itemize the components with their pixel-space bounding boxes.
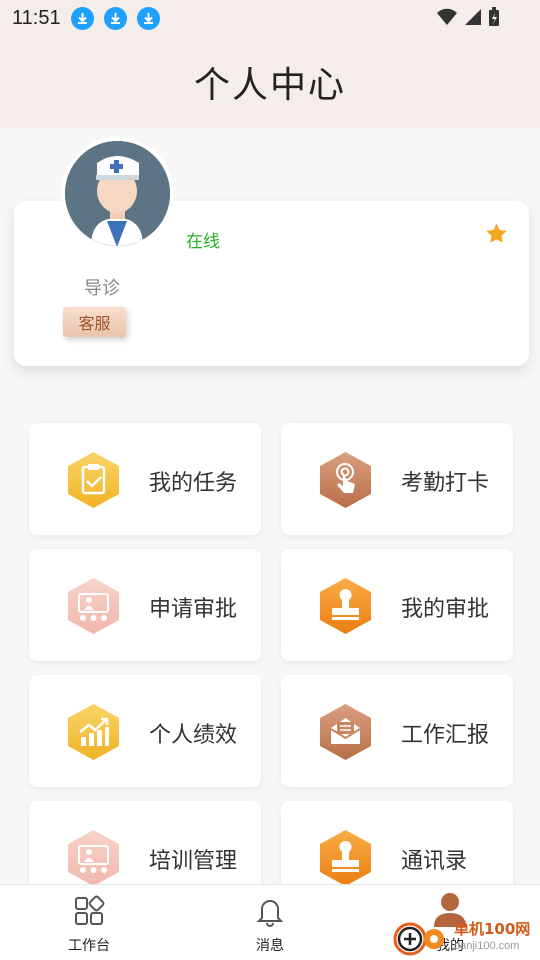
menu-label: 通讯录	[401, 849, 468, 874]
battery-icon	[488, 7, 500, 31]
menu-item-apply-approval[interactable]: 申请审批	[29, 549, 261, 661]
status-bar: 11:51	[0, 0, 540, 36]
avatar[interactable]	[61, 137, 174, 250]
menu-label: 培训管理	[149, 849, 238, 874]
menu-item-performance[interactable]: 个人绩效	[29, 675, 261, 787]
menu-label: 个人绩效	[149, 723, 238, 748]
watermark-logo-icon	[393, 922, 444, 956]
menu-label: 考勤打卡	[401, 471, 490, 496]
bar-chart-icon	[65, 702, 122, 762]
tab-messages[interactable]: 消息	[220, 895, 320, 955]
online-status: 在线	[186, 232, 220, 252]
menu-item-my-approval[interactable]: 我的审批	[281, 549, 513, 661]
star-icon[interactable]	[484, 222, 509, 250]
menu-item-my-tasks[interactable]: 我的任务	[29, 423, 261, 535]
clipboard-check-icon	[65, 450, 122, 510]
envelope-icon	[317, 702, 374, 762]
menu-label: 我的任务	[149, 471, 238, 496]
bell-icon	[254, 895, 286, 931]
role-tag: 客服	[63, 307, 126, 337]
menu-item-work-report[interactable]: 工作汇报	[281, 675, 513, 787]
menu-item-attendance[interactable]: 考勤打卡	[281, 423, 513, 535]
download-icon	[136, 6, 160, 30]
menu-label: 我的审批	[401, 597, 490, 622]
wifi-icon	[436, 8, 458, 30]
menu-label: 工作汇报	[401, 723, 490, 748]
page-title: 个人中心	[193, 65, 346, 106]
fingerprint-tap-icon	[317, 450, 374, 510]
grid-icon	[73, 895, 105, 931]
user-role: 导诊	[84, 278, 120, 299]
tab-workbench[interactable]: 工作台	[39, 895, 139, 955]
tab-label: 工作台	[68, 938, 110, 954]
status-time: 11:51	[12, 6, 61, 29]
presentation-icon	[65, 828, 122, 888]
download-icon	[103, 6, 127, 30]
signal-icon	[464, 8, 482, 30]
stamp-icon	[317, 576, 374, 636]
stamp-icon	[317, 828, 374, 888]
tab-label: 消息	[256, 938, 284, 954]
page-header: 个人中心	[0, 36, 540, 128]
watermark-brand: 单机100网	[454, 920, 531, 938]
watermark-url: danji100.com	[454, 940, 520, 952]
presentation-icon	[65, 576, 122, 636]
download-icon	[70, 6, 94, 30]
watermark: 单机100网 danji100.com	[388, 916, 540, 960]
menu-label: 申请审批	[149, 597, 238, 622]
